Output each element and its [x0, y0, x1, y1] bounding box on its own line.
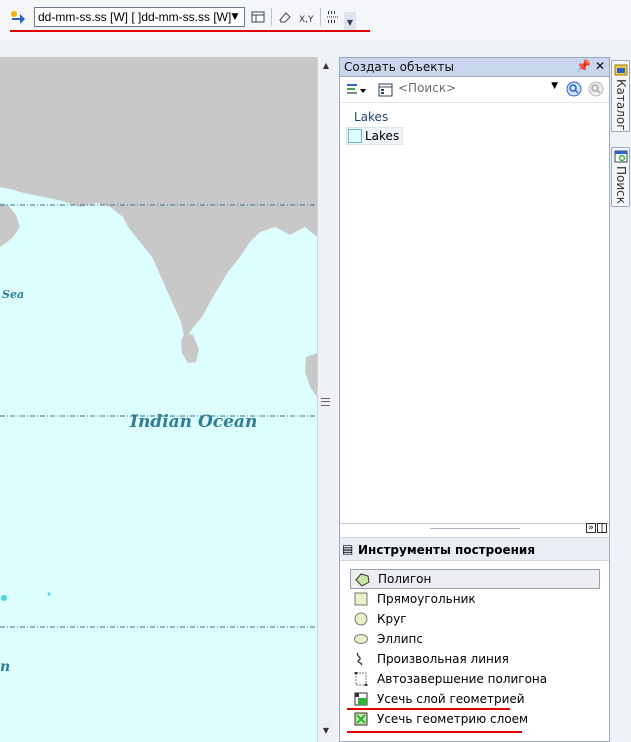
- xy-icon: X,Y: [299, 15, 314, 25]
- templates-icon: [378, 83, 393, 97]
- tool-rectangle[interactable]: Прямоугольник: [350, 589, 600, 609]
- organize-templates-button[interactable]: [378, 82, 394, 98]
- panel-title: Создать объекты: [344, 60, 454, 74]
- tool-label: Автозавершение полигона: [377, 672, 548, 686]
- toolbar-overflow-button[interactable]: ▼: [344, 12, 356, 32]
- panel-splitter[interactable]: [430, 528, 520, 530]
- highlight-underline: [347, 708, 510, 710]
- map-label-partial: n: [0, 659, 11, 675]
- catalog-icon: [614, 64, 628, 76]
- collapse-buttons: » |: [585, 523, 607, 533]
- land-west: [0, 203, 20, 247]
- land-east: [305, 353, 317, 397]
- freehand-icon: [356, 652, 363, 666]
- search-window-icon: [614, 150, 628, 163]
- tool-circle[interactable]: Круг: [350, 609, 600, 629]
- xy-button[interactable]: X,Y: [296, 7, 316, 27]
- eraser-icon: [279, 12, 291, 23]
- svg-text:X,Y: X,Y: [299, 15, 314, 25]
- coordinate-options-button[interactable]: [248, 7, 268, 27]
- side-tabs: Каталог Поиск: [610, 57, 631, 742]
- tool-polygon[interactable]: Полигон: [350, 569, 600, 589]
- ellipse-icon: [354, 634, 368, 644]
- tool-label: Эллипс: [377, 632, 423, 646]
- search-icon: [566, 81, 582, 97]
- clear-search-icon: [588, 81, 604, 97]
- coordinate-list-button[interactable]: [324, 7, 344, 27]
- auto-complete-polygon-icon: [354, 672, 368, 686]
- pin-icon[interactable]: 📌: [576, 59, 591, 73]
- chevron-down-icon: ▼: [346, 17, 354, 27]
- island: [1, 595, 7, 601]
- polygon-swatch-icon: [348, 129, 362, 143]
- chevron-down-icon[interactable]: ▼: [551, 81, 558, 91]
- map-label-ocean: Indian Ocean: [130, 412, 258, 432]
- filter-icon: [347, 84, 366, 94]
- tool-label: Усечь слой геометрией: [377, 692, 525, 706]
- coordinates-list-icon: [327, 11, 339, 23]
- toolbar-separator: [271, 8, 272, 26]
- scroll-up-icon[interactable]: ▲: [320, 60, 332, 72]
- coordinate-format-value: dd-mm-ss.ss [W] [ ]dd-mm-ss.ss [W]: [38, 10, 232, 24]
- circle-icon: [354, 612, 368, 626]
- template-group-name: Lakes: [354, 110, 389, 124]
- clip-geometry-icon: [354, 712, 368, 726]
- pane-toggle-icon[interactable]: |: [597, 523, 607, 533]
- map-view[interactable]: Sea Indian Ocean n: [0, 57, 317, 742]
- close-icon[interactable]: ✕: [595, 59, 605, 73]
- template-label: Lakes: [365, 129, 400, 143]
- tool-label: Произвольная линия: [377, 652, 509, 666]
- construction-tools-title: Инструменты построения: [358, 543, 536, 557]
- map-vertical-scrollbar[interactable]: ▲ ▼: [317, 57, 333, 742]
- toolbar-separator: [320, 8, 321, 26]
- tool-label: Усечь геометрию слоем: [377, 712, 529, 726]
- tab-label: Поиск: [614, 166, 628, 205]
- chevron-down-icon[interactable]: ▼: [228, 10, 242, 24]
- tool-label: Полигон: [378, 572, 432, 586]
- eraser-button[interactable]: [275, 7, 295, 27]
- coordinate-format-dropdown[interactable]: dd-mm-ss.ss [W] [ ]dd-mm-ss.ss [W] ▼: [34, 7, 245, 27]
- clear-search-button[interactable]: [588, 81, 604, 97]
- tab-catalog[interactable]: Каталог: [611, 60, 630, 132]
- go-to-xy-icon: [11, 11, 25, 24]
- construction-tools-header: ▤ Инструменты построения: [340, 537, 609, 561]
- tool-auto-complete-polygon[interactable]: Автозавершение полигона: [350, 669, 600, 689]
- coordinate-toolbar: dd-mm-ss.ss [W] [ ]dd-mm-ss.ss [W] ▼ X,Y…: [0, 0, 631, 40]
- rectangle-icon: [354, 592, 368, 606]
- clip-layer-icon: [354, 692, 368, 706]
- tool-clip-layer[interactable]: Усечь слой геометрией: [350, 689, 600, 709]
- search-button[interactable]: [566, 81, 582, 97]
- table-icon: [251, 11, 265, 23]
- construction-tools-list: Полигон Прямоугольник Круг Эллипс Произв…: [350, 569, 600, 729]
- map-canvas: [0, 57, 317, 628]
- map-label-sea: Sea: [2, 288, 25, 301]
- templates-list: Lakes Lakes: [340, 102, 609, 524]
- panel-toolbar: <Поиск> ▼: [340, 78, 609, 102]
- tool-label: Круг: [377, 612, 407, 626]
- sri-lanka: [181, 332, 199, 363]
- panel-title-bar: Создать объекты 📌 ✕: [340, 58, 609, 77]
- tool-label: Прямоугольник: [377, 592, 476, 606]
- search-placeholder: <Поиск>: [398, 81, 457, 95]
- filter-button[interactable]: [346, 82, 368, 98]
- template-search-input[interactable]: <Поиск> ▼: [398, 81, 558, 99]
- tab-label: Каталог: [614, 79, 628, 131]
- collapse-icon[interactable]: »: [586, 523, 596, 533]
- tools-icon: ▤: [342, 542, 354, 556]
- splitter-grip-icon[interactable]: [321, 398, 330, 406]
- highlight-underline: [347, 731, 522, 733]
- tool-clip-geometry[interactable]: Усечь геометрию слоем: [350, 709, 600, 729]
- tool-ellipse[interactable]: Эллипс: [350, 629, 600, 649]
- tab-search[interactable]: Поиск: [611, 147, 630, 207]
- scroll-down-icon[interactable]: ▼: [320, 725, 332, 737]
- template-item[interactable]: Lakes: [346, 127, 404, 145]
- island: [47, 592, 51, 596]
- land-mass: [0, 57, 317, 339]
- tool-freehand[interactable]: Произвольная линия: [350, 649, 600, 669]
- polygon-icon: [355, 573, 370, 587]
- highlight-underline: [10, 30, 370, 32]
- go-to-xy-button[interactable]: [8, 7, 28, 27]
- create-features-panel: Создать объекты 📌 ✕ <Поиск> ▼ Lakes Lake…: [339, 57, 610, 742]
